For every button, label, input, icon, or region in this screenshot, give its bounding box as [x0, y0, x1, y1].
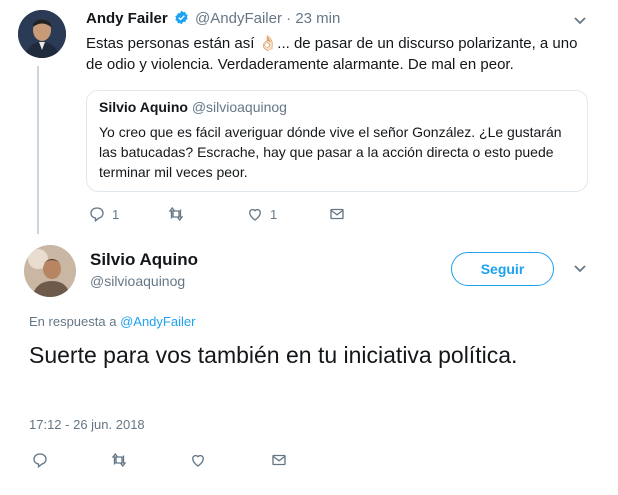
like-count: 1 — [270, 206, 278, 222]
separator-dot: · — [286, 10, 292, 27]
like-icon — [192, 454, 204, 467]
tweet-time[interactable]: 23 min — [295, 10, 340, 27]
main-tweet-text: Suerte para vos también en tu iniciativa… — [29, 342, 518, 368]
author-name[interactable]: Andy Failer — [86, 10, 168, 27]
chevron-down-icon[interactable] — [573, 16, 587, 26]
quoted-tweet-text: Yo creo que es fácil averiguar dónde viv… — [99, 124, 562, 180]
retweet-button[interactable] — [110, 451, 128, 469]
parent-tweet-text: Estas personas están así 👌🏻... de pasar … — [86, 35, 578, 73]
like-icon — [249, 208, 261, 221]
verified-badge-icon — [174, 10, 189, 25]
reply-count: 1 — [112, 206, 120, 222]
reply-icon — [90, 207, 104, 223]
dm-icon — [330, 208, 344, 220]
reply-icon — [33, 453, 47, 469]
reply-context: En respuesta a @AndyFailer — [29, 314, 195, 329]
like-button[interactable]: 1 — [246, 205, 277, 223]
reply-button[interactable]: 1 — [88, 205, 119, 223]
tweet-timestamp[interactable]: 17:12 - 26 jun. 2018 — [29, 417, 145, 432]
reply-to-link[interactable]: @AndyFailer — [120, 314, 195, 329]
dm-button[interactable] — [270, 451, 288, 469]
dm-button[interactable] — [328, 205, 346, 223]
like-button[interactable] — [189, 451, 207, 469]
retweet-icon — [111, 452, 127, 468]
author-handle[interactable]: @AndyFailer — [195, 10, 282, 27]
retweet-icon — [168, 206, 184, 222]
chevron-down-icon[interactable] — [573, 264, 587, 274]
quoted-author-name: Silvio Aquino — [99, 99, 188, 115]
quoted-author-handle: @silvioaquinog — [191, 99, 287, 115]
main-author-handle[interactable]: @silvioaquinog — [90, 273, 185, 289]
avatar-silvio-aquino[interactable] — [24, 245, 76, 297]
avatar-andy-failer[interactable] — [18, 10, 66, 58]
reply-context-prefix: En respuesta a — [29, 314, 117, 329]
thread-connector — [37, 66, 39, 234]
reply-button[interactable] — [31, 451, 49, 469]
parent-tweet-header: Andy Failer @AndyFailer · 23 min — [86, 10, 340, 27]
quoted-tweet-card[interactable]: Silvio Aquino @silvioaquinog Yo creo que… — [86, 90, 588, 192]
retweet-button[interactable] — [167, 205, 185, 223]
dm-icon — [272, 454, 286, 466]
main-author-name[interactable]: Silvio Aquino — [90, 250, 198, 270]
follow-button[interactable]: Seguir — [451, 252, 554, 286]
